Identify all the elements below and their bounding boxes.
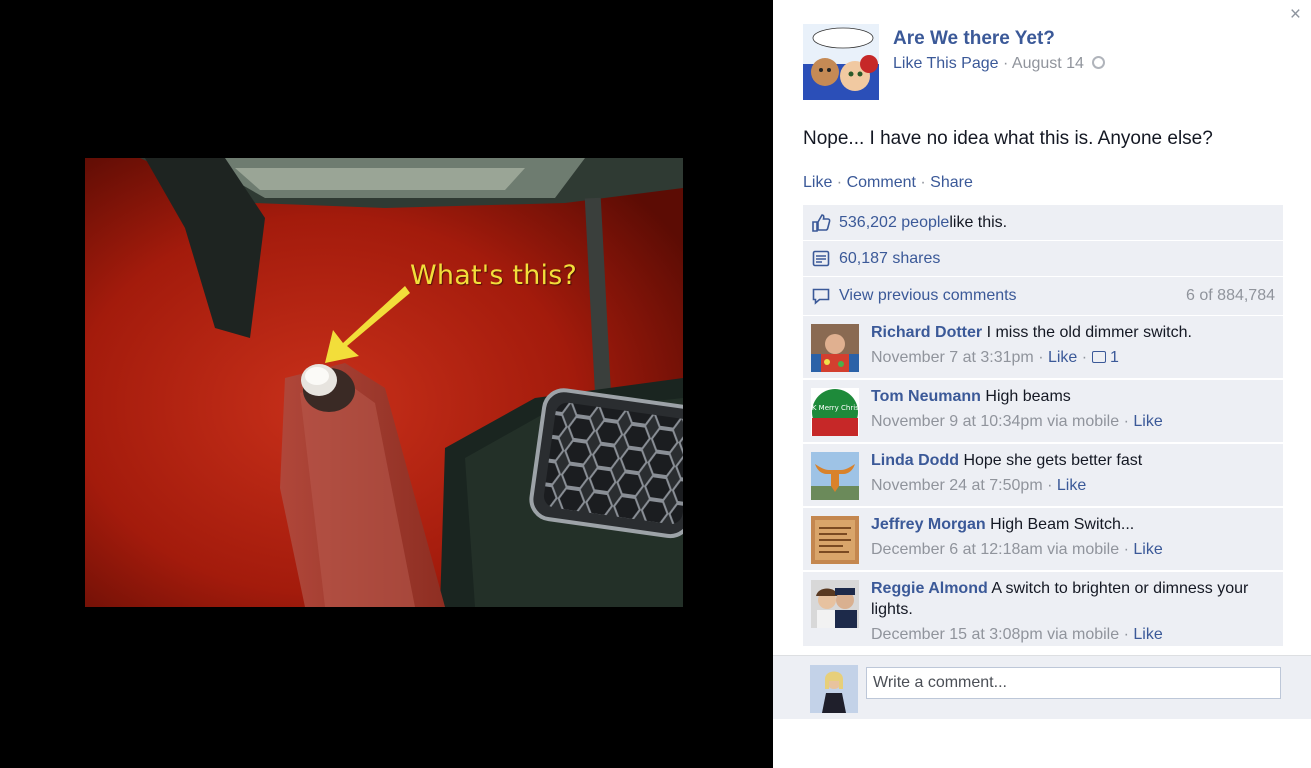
comment-time[interactable]: December 15 at 3:08pm [871, 626, 1043, 643]
comment-item: Reggie Almond A switch to brighten or di… [803, 572, 1283, 646]
likes-summary: 536,202 people like this. [803, 205, 1283, 241]
comment-text: High beams [985, 388, 1071, 405]
comment-item: Linda Dodd Hope she gets better fast Nov… [803, 444, 1283, 508]
comment-input[interactable] [866, 667, 1281, 699]
page-avatar[interactable] [803, 24, 879, 100]
author-subline: Like This Page · August 14 [893, 55, 1106, 73]
comment-text: I miss the old dimmer switch. [986, 324, 1192, 341]
post-text: Nope... I have no idea what this is. Any… [803, 128, 1213, 149]
comment-likes-value: 1 [1110, 349, 1119, 366]
comment-via: via mobile [1042, 541, 1120, 558]
share-button[interactable]: Share [930, 174, 973, 191]
like-button[interactable]: Like [803, 174, 832, 191]
post-panel: × Are We there Yet? Like This Page · Aug… [773, 0, 1311, 768]
post-author: Are We there Yet? Like This Page · Augus… [803, 24, 1106, 100]
comment-button[interactable]: Comment [847, 174, 916, 191]
page-name-link[interactable]: Are We there Yet? [893, 28, 1105, 50]
comment-item: Jeffrey Morgan High Beam Switch... Decem… [803, 508, 1283, 572]
shares-summary: 60,187 shares [803, 241, 1283, 277]
likes-count-link[interactable]: 536,202 people [839, 214, 949, 232]
comment-likes-count[interactable]: 1 [1091, 349, 1119, 366]
commenter-name[interactable]: Richard Dotter [871, 324, 982, 341]
comment-text: High Beam Switch... [990, 516, 1135, 533]
comment-meta: November 7 at 3:31pm · Like · 1 [871, 349, 1119, 366]
commenter-avatar[interactable] [811, 516, 859, 564]
separator: · [915, 174, 931, 191]
thumbs-up-icon [811, 213, 831, 233]
photo-caption: What's this? [410, 260, 578, 291]
globe-icon [1092, 56, 1106, 69]
comment-count: 6 of 884,784 [1186, 287, 1275, 304]
commenter-name[interactable]: Jeffrey Morgan [871, 516, 986, 533]
post-actions: Like · Comment · Share [803, 174, 973, 192]
comment-meta: November 24 at 7:50pm · Like [871, 477, 1087, 494]
comment-item: It's OK Merry Christmas Tom Neumann High… [803, 380, 1283, 444]
comment-like-button[interactable]: Like [1133, 413, 1162, 430]
comment-meta: December 15 at 3:08pm via mobile · Like [871, 626, 1163, 643]
comment-item: Richard Dotter I miss the old dimmer swi… [803, 316, 1283, 380]
commenter-avatar[interactable] [811, 452, 859, 500]
previous-comments-row: View previous comments 6 of 884,784 [803, 277, 1283, 316]
comment-text: Hope she gets better fast [963, 452, 1143, 469]
share-icon [811, 249, 831, 269]
view-previous-comments-link[interactable]: View previous comments [839, 287, 1017, 305]
likes-suffix: like this. [949, 213, 1008, 231]
commenter-name[interactable]: Reggie Almond [871, 580, 988, 597]
photo-stage: What's this? [0, 0, 773, 768]
commenter-name[interactable]: Linda Dodd [871, 452, 959, 469]
comment-time[interactable]: November 24 at 7:50pm [871, 477, 1043, 494]
cartoon-avatar-icon [803, 24, 879, 100]
shares-link[interactable]: 60,187 shares [839, 250, 940, 268]
comment-like-button[interactable]: Like [1057, 477, 1086, 494]
comment-composer [773, 655, 1311, 719]
photo-illustration [85, 158, 683, 607]
comment-via: via mobile [1042, 626, 1120, 643]
commenter-avatar[interactable] [811, 580, 859, 628]
separator: · [832, 174, 847, 191]
comment-time[interactable]: November 9 at 10:34pm [871, 413, 1043, 430]
commenter-name[interactable]: Tom Neumann [871, 388, 981, 405]
ufi-box: 536,202 people like this. 60,187 shares … [803, 205, 1283, 646]
comment-like-button[interactable]: Like [1048, 349, 1077, 366]
comment-meta: December 6 at 12:18am via mobile · Like [871, 541, 1163, 558]
comment-like-button[interactable]: Like [1133, 626, 1162, 643]
post-photo[interactable]: What's this? [85, 158, 683, 607]
commenter-avatar[interactable]: It's OK Merry Christmas [811, 388, 859, 436]
my-avatar [810, 665, 858, 713]
close-icon[interactable]: × [1290, 4, 1301, 26]
comment-meta: November 9 at 10:34pm via mobile · Like [871, 413, 1163, 430]
post-date[interactable]: August 14 [1012, 55, 1084, 72]
comment-time[interactable]: November 7 at 3:31pm [871, 349, 1034, 366]
comment-like-button[interactable]: Like [1133, 541, 1162, 558]
comment-icon [811, 286, 831, 306]
comment-time[interactable]: December 6 at 12:18am [871, 541, 1043, 558]
comment-list: Richard Dotter I miss the old dimmer swi… [803, 316, 1283, 646]
thumbs-up-icon [1091, 351, 1106, 363]
commenter-avatar[interactable] [811, 324, 859, 372]
like-page-link[interactable]: Like This Page [893, 55, 999, 72]
comment-via: via mobile [1042, 413, 1120, 430]
avatar-text: It's OK Merry Christmas [811, 404, 859, 412]
separator: · [998, 55, 1012, 72]
